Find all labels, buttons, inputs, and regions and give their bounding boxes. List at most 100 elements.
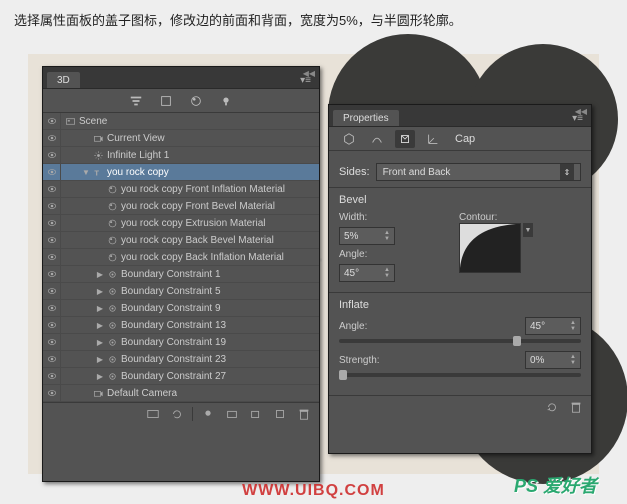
light-icon xyxy=(91,150,105,161)
twisty-icon[interactable]: ▶ xyxy=(95,304,105,313)
scene-item-row[interactable]: ▶Boundary Constraint 27 xyxy=(43,368,319,385)
scene-item-row[interactable]: you rock copy Extrusion Material xyxy=(43,215,319,232)
scene-item-row[interactable]: ▶Boundary Constraint 13 xyxy=(43,317,319,334)
visibility-toggle[interactable] xyxy=(43,164,61,180)
footer-render-icon[interactable] xyxy=(144,405,162,423)
twisty-icon[interactable]: ▶ xyxy=(95,287,105,296)
filter-material-icon[interactable] xyxy=(186,92,206,110)
strength-slider[interactable] xyxy=(339,373,581,377)
visibility-toggle[interactable] xyxy=(43,300,61,316)
trash-icon[interactable] xyxy=(567,398,585,416)
strength-field[interactable]: 0% ▲▼ xyxy=(525,351,581,369)
visibility-toggle[interactable] xyxy=(43,215,61,231)
width-field[interactable]: 5% ▲▼ xyxy=(339,227,395,245)
coords-tab-icon[interactable] xyxy=(423,130,443,148)
divider xyxy=(329,292,591,293)
instruction-text: 选择属性面板的盖子图标，修改边的前面和背面，宽度为5%，与半圆形轮廓。 xyxy=(0,0,627,39)
scene-item-row[interactable]: Infinite Light 1 xyxy=(43,147,319,164)
spinner-icon[interactable]: ▲▼ xyxy=(384,230,390,242)
mesh-tab-icon[interactable] xyxy=(339,130,359,148)
material-icon xyxy=(105,218,119,229)
inflate-section-title: Inflate xyxy=(339,299,581,311)
tab-properties[interactable]: Properties xyxy=(333,110,399,126)
item-label: Boundary Constraint 9 xyxy=(119,303,221,314)
scene-item-row[interactable]: you rock copy Back Inflation Material xyxy=(43,249,319,266)
visibility-toggle[interactable] xyxy=(43,130,61,146)
twisty-icon[interactable]: ▼ xyxy=(81,168,91,177)
contour-dropdown-icon[interactable]: ▼ xyxy=(523,223,533,237)
scene-item-row[interactable]: Current View xyxy=(43,130,319,147)
properties-footer xyxy=(329,395,591,417)
visibility-toggle[interactable] xyxy=(43,283,61,299)
visibility-toggle[interactable] xyxy=(43,249,61,265)
spinner-icon[interactable]: ▲▼ xyxy=(384,267,390,279)
slider-thumb[interactable] xyxy=(513,336,521,346)
sides-dropdown[interactable]: Front and Back ⇕ xyxy=(376,163,581,181)
spinner-icon[interactable]: ▲▼ xyxy=(570,320,576,332)
tab-3d[interactable]: 3D xyxy=(47,72,80,88)
visibility-toggle[interactable] xyxy=(43,266,61,282)
filter-light-icon[interactable] xyxy=(216,92,236,110)
cap-tab-icon[interactable] xyxy=(395,130,415,148)
scene-item-row[interactable]: Default Camera xyxy=(43,385,319,402)
inflate-angle-slider[interactable] xyxy=(339,339,581,343)
scene-item-row[interactable]: ▶Boundary Constraint 19 xyxy=(43,334,319,351)
scene-item-row[interactable]: ▶ Boundary Constraint 23 xyxy=(43,351,319,368)
visibility-toggle[interactable] xyxy=(43,232,61,248)
contour-preview[interactable] xyxy=(459,223,521,273)
collapse-icon[interactable]: ◀◀ xyxy=(575,107,587,116)
filter-mesh-icon[interactable] xyxy=(156,92,176,110)
footer-light-icon[interactable] xyxy=(199,405,217,423)
scene-item-row[interactable]: ▶Boundary Constraint 5 xyxy=(43,283,319,300)
visibility-toggle[interactable] xyxy=(43,334,61,350)
bevel-section-title: Bevel xyxy=(339,194,581,206)
width-value: 5% xyxy=(344,231,358,242)
footer-camera-icon[interactable] xyxy=(223,405,241,423)
scene-item-row[interactable]: ▶Boundary Constraint 1 xyxy=(43,266,319,283)
visibility-toggle[interactable] xyxy=(43,181,61,197)
footer-refresh-icon[interactable] xyxy=(168,405,186,423)
scene-root-row[interactable]: Scene xyxy=(43,113,319,130)
item-label: Infinite Light 1 xyxy=(105,150,169,161)
collapse-icon[interactable]: ◀◀ xyxy=(303,69,315,78)
scene-item-row[interactable]: ▼Tyou rock copy xyxy=(43,164,319,181)
scene-tree: Scene Current View Infinite Light 1 ▼Tyou … xyxy=(43,113,319,402)
twisty-icon[interactable]: ▶ xyxy=(95,321,105,330)
footer-new-icon[interactable] xyxy=(271,405,289,423)
inflate-angle-label: Angle: xyxy=(339,321,379,332)
reset-icon[interactable] xyxy=(543,398,561,416)
visibility-toggle[interactable] xyxy=(43,147,61,163)
filter-all-icon[interactable] xyxy=(126,92,146,110)
material-icon xyxy=(105,252,119,263)
visibility-toggle[interactable] xyxy=(43,368,61,384)
scene-item-row[interactable]: ▶ Boundary Constraint 9 xyxy=(43,300,319,317)
visibility-toggle[interactable] xyxy=(43,113,61,129)
scene-item-row[interactable]: you rock copy Back Bevel Material xyxy=(43,232,319,249)
spinner-icon[interactable]: ▲▼ xyxy=(570,354,576,366)
scene-item-row[interactable]: you rock copy Front Bevel Material xyxy=(43,198,319,215)
footer-add-icon[interactable] xyxy=(247,405,265,423)
properties-body: Sides: Front and Back ⇕ Bevel Width: 5% … xyxy=(329,151,591,395)
item-label: Current View xyxy=(105,133,165,144)
3d-panel: ◀◀ 3D ▾≡ Scene Current ViewInfinite Ligh… xyxy=(42,66,320,482)
deform-tab-icon[interactable] xyxy=(367,130,387,148)
separator xyxy=(192,407,193,421)
visibility-toggle[interactable] xyxy=(43,198,61,214)
visibility-toggle[interactable] xyxy=(43,351,61,367)
scene-item-row[interactable]: you rock copy Front Inflation Material xyxy=(43,181,319,198)
material-icon xyxy=(105,184,119,195)
filter-icon-row xyxy=(43,89,319,113)
dropdown-arrow-icon: ⇕ xyxy=(560,164,574,180)
visibility-toggle[interactable] xyxy=(43,385,61,401)
slider-thumb[interactable] xyxy=(339,370,347,380)
footer-trash-icon[interactable] xyxy=(295,405,313,423)
item-label: Boundary Constraint 23 xyxy=(119,354,226,365)
twisty-icon[interactable]: ▶ xyxy=(95,372,105,381)
visibility-toggle[interactable] xyxy=(43,317,61,333)
inflate-angle-field[interactable]: 45° ▲▼ xyxy=(525,317,581,335)
bevel-angle-field[interactable]: 45° ▲▼ xyxy=(339,264,395,282)
twisty-icon[interactable]: ▶ xyxy=(95,270,105,279)
camera-icon xyxy=(91,388,105,399)
twisty-icon[interactable]: ▶ xyxy=(95,355,105,364)
twisty-icon[interactable]: ▶ xyxy=(95,338,105,347)
